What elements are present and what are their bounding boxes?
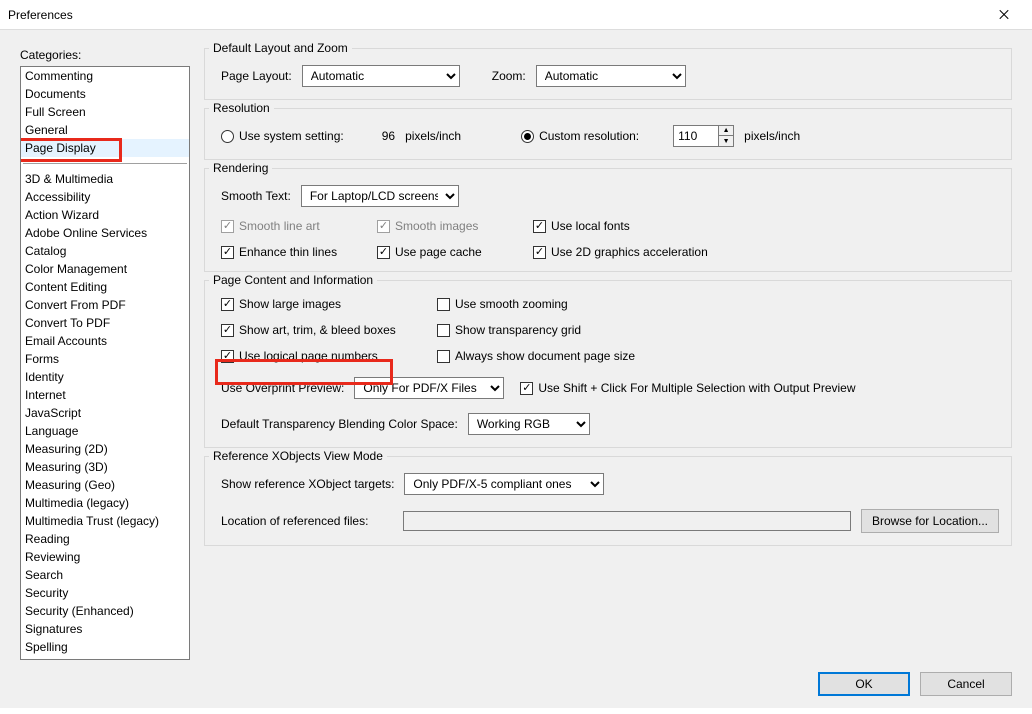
check-smooth-line-art: Smooth line art xyxy=(221,219,367,233)
check-always-show-doc-page-size[interactable]: Always show document page size xyxy=(437,349,635,363)
list-item[interactable]: Reviewing xyxy=(21,548,189,566)
spinner-down-icon[interactable]: ▼ xyxy=(719,136,733,146)
cancel-button[interactable]: Cancel xyxy=(920,672,1012,696)
check-use-smooth-zooming[interactable]: Use smooth zooming xyxy=(437,297,568,311)
categories-listbox[interactable]: CommentingDocumentsFull ScreenGeneralPag… xyxy=(20,66,190,660)
location-input[interactable] xyxy=(403,511,851,531)
list-item[interactable]: Measuring (Geo) xyxy=(21,476,189,494)
system-resolution-units: pixels/inch xyxy=(405,129,461,143)
list-item[interactable]: Signatures xyxy=(21,620,189,638)
check-2d-accel[interactable]: Use 2D graphics acceleration xyxy=(533,245,708,259)
list-item[interactable]: Action Wizard xyxy=(21,206,189,224)
xobject-targets-select[interactable]: Only PDF/X-5 compliant ones xyxy=(404,473,604,495)
group-rendering: Rendering Smooth Text: For Laptop/LCD sc… xyxy=(204,168,1012,272)
list-item[interactable]: Catalog xyxy=(21,242,189,260)
list-item[interactable]: Commenting xyxy=(21,67,189,85)
list-item[interactable]: 3D & Multimedia xyxy=(21,170,189,188)
custom-resolution-spinner[interactable]: ▲ ▼ xyxy=(673,125,734,147)
list-item[interactable]: Multimedia Trust (legacy) xyxy=(21,512,189,530)
categories-label: Categories: xyxy=(20,48,190,62)
list-item[interactable]: Documents xyxy=(21,85,189,103)
list-item[interactable]: Content Editing xyxy=(21,278,189,296)
list-item[interactable]: Forms xyxy=(21,350,189,368)
list-item[interactable]: Adobe Online Services xyxy=(21,224,189,242)
overprint-preview-label: Use Overprint Preview: xyxy=(221,381,344,395)
location-label: Location of referenced files: xyxy=(221,514,393,528)
overprint-preview-select[interactable]: Only For PDF/X Files xyxy=(354,377,504,399)
list-item[interactable]: Language xyxy=(21,422,189,440)
group-title-xobjects: Reference XObjects View Mode xyxy=(209,449,387,463)
list-item[interactable]: Reading xyxy=(21,530,189,548)
radio-custom-resolution[interactable]: Custom resolution: xyxy=(521,129,639,143)
list-item[interactable]: Security (Enhanced) xyxy=(21,602,189,620)
list-item[interactable]: JavaScript xyxy=(21,404,189,422)
window-title: Preferences xyxy=(8,8,73,22)
group-title-resolution: Resolution xyxy=(209,101,274,115)
list-item[interactable]: Security xyxy=(21,584,189,602)
browse-location-button[interactable]: Browse for Location... xyxy=(861,509,999,533)
blending-space-label: Default Transparency Blending Color Spac… xyxy=(221,417,458,431)
list-item[interactable]: Convert To PDF xyxy=(21,314,189,332)
smooth-text-select[interactable]: For Laptop/LCD screens xyxy=(301,185,459,207)
list-item[interactable]: Search xyxy=(21,566,189,584)
sidebar: Categories: CommentingDocumentsFull Scre… xyxy=(20,48,190,660)
check-smooth-images: Smooth images xyxy=(377,219,523,233)
list-item[interactable]: Page Display xyxy=(21,139,189,157)
list-item[interactable]: Internet xyxy=(21,386,189,404)
zoom-select[interactable]: Automatic xyxy=(536,65,686,87)
group-title-rendering: Rendering xyxy=(209,161,272,175)
radio-use-system-label: Use system setting: xyxy=(239,129,344,143)
check-show-transparency-grid[interactable]: Show transparency grid xyxy=(437,323,581,337)
list-item[interactable]: Identity xyxy=(21,368,189,386)
list-item[interactable]: Measuring (3D) xyxy=(21,458,189,476)
group-default-layout: Default Layout and Zoom Page Layout: Aut… xyxy=(204,48,1012,100)
custom-resolution-input[interactable] xyxy=(674,126,718,146)
blending-space-select[interactable]: Working RGB xyxy=(468,413,590,435)
group-title-layout: Default Layout and Zoom xyxy=(209,41,352,55)
zoom-label: Zoom: xyxy=(492,69,526,83)
list-item[interactable]: Measuring (2D) xyxy=(21,440,189,458)
spinner-up-icon[interactable]: ▲ xyxy=(719,126,733,136)
list-item[interactable]: Convert From PDF xyxy=(21,296,189,314)
page-layout-select[interactable]: Automatic xyxy=(302,65,460,87)
group-xobjects: Reference XObjects View Mode Show refere… xyxy=(204,456,1012,546)
list-item[interactable]: Email Accounts xyxy=(21,332,189,350)
radio-custom-label: Custom resolution: xyxy=(539,129,639,143)
check-use-local-fonts[interactable]: Use local fonts xyxy=(533,219,630,233)
list-item[interactable]: Spelling xyxy=(21,638,189,656)
group-title-page-content: Page Content and Information xyxy=(209,273,377,287)
list-item[interactable]: Full Screen xyxy=(21,103,189,121)
group-resolution: Resolution Use system setting: 96 pixels… xyxy=(204,108,1012,160)
dialog-buttons: OK Cancel xyxy=(0,664,1032,708)
check-show-art-trim-bleed[interactable]: Show art, trim, & bleed boxes xyxy=(221,323,427,337)
check-use-logical-page-numbers[interactable]: Use logical page numbers xyxy=(221,349,427,363)
list-item[interactable]: General xyxy=(21,121,189,139)
close-icon[interactable] xyxy=(984,1,1024,29)
radio-use-system[interactable]: Use system setting: xyxy=(221,129,344,143)
list-item[interactable]: Accessibility xyxy=(21,188,189,206)
main-panel: Default Layout and Zoom Page Layout: Aut… xyxy=(204,48,1012,660)
check-shift-click-output-preview[interactable]: Use Shift + Click For Multiple Selection… xyxy=(520,381,855,395)
check-show-large-images[interactable]: Show large images xyxy=(221,297,427,311)
titlebar: Preferences xyxy=(0,0,1032,30)
group-page-content: Page Content and Information Show large … xyxy=(204,280,1012,448)
list-item[interactable]: Color Management xyxy=(21,260,189,278)
xobject-targets-label: Show reference XObject targets: xyxy=(221,477,394,491)
check-use-page-cache[interactable]: Use page cache xyxy=(377,245,523,259)
ok-button[interactable]: OK xyxy=(818,672,910,696)
check-enhance-thin-lines[interactable]: Enhance thin lines xyxy=(221,245,367,259)
list-item[interactable]: Multimedia (legacy) xyxy=(21,494,189,512)
custom-resolution-units: pixels/inch xyxy=(744,129,800,143)
list-separator xyxy=(23,163,187,164)
system-resolution-value: 96 xyxy=(382,129,395,143)
smooth-text-label: Smooth Text: xyxy=(221,189,291,203)
page-layout-label: Page Layout: xyxy=(221,69,292,83)
